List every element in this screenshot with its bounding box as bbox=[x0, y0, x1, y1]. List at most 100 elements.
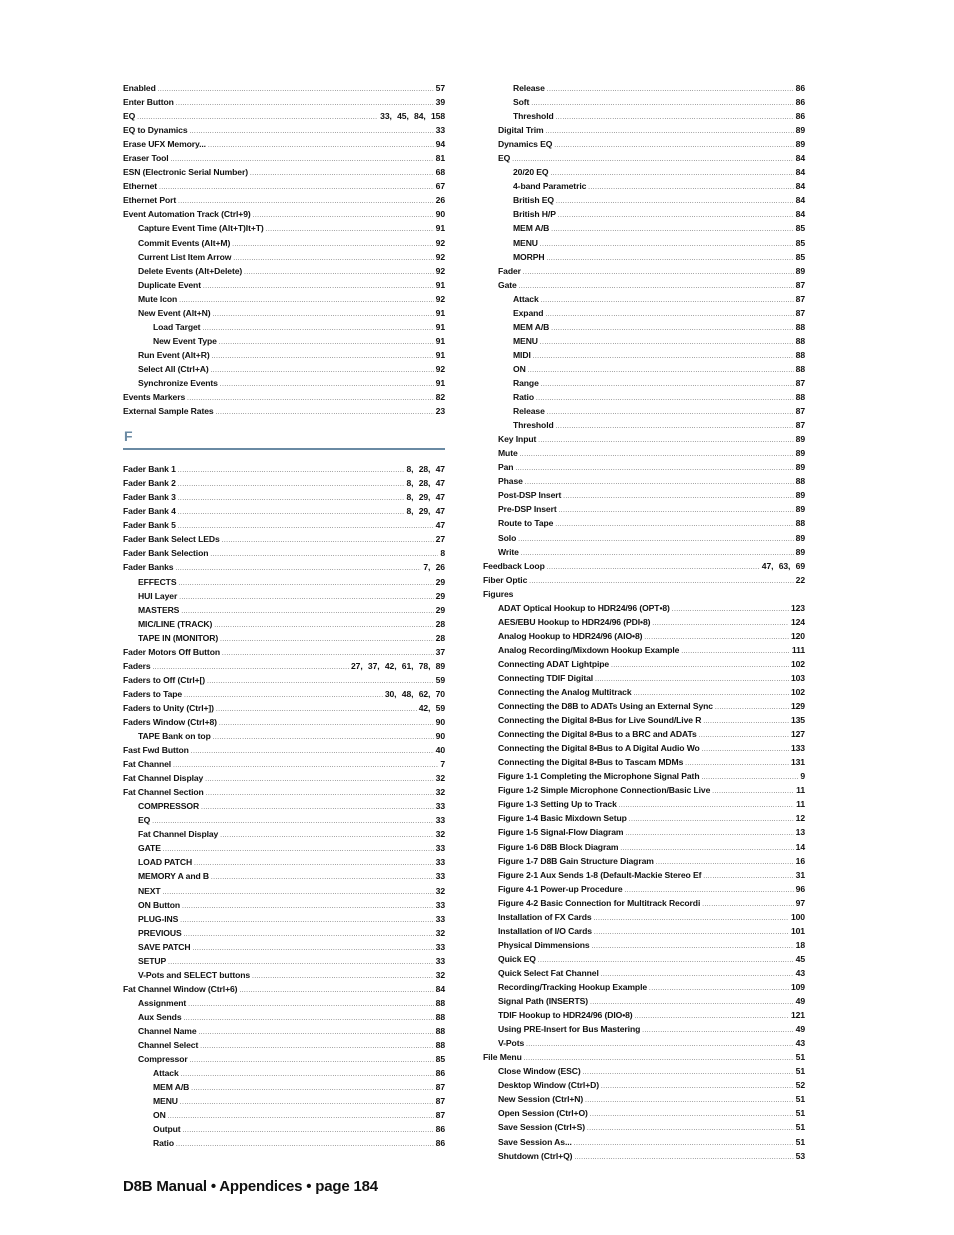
index-entry: ESN (Electronic Serial Number) 68 bbox=[123, 165, 445, 179]
index-entry: EQ 84 bbox=[483, 151, 805, 165]
index-entry-pages: 8, 29, 47 bbox=[406, 506, 445, 517]
index-entry-pages: 47 bbox=[435, 520, 445, 531]
index-entry-pages: 103 bbox=[790, 672, 805, 683]
index-entry-label: Select All (Ctrl+A) bbox=[138, 363, 209, 374]
dot-leader bbox=[179, 591, 433, 605]
index-entry-label: Fader Motors Off Button bbox=[123, 646, 220, 657]
index-entry: Aux Sends 88 bbox=[123, 1010, 445, 1024]
index-entry: ON Button 33 bbox=[123, 898, 445, 912]
index-entry: PREVIOUS 32 bbox=[123, 926, 445, 940]
dot-leader bbox=[545, 308, 793, 322]
index-entry-pages: 86 bbox=[435, 1124, 445, 1135]
index-entry: Faders to Off (Ctrl+[) 59 bbox=[123, 673, 445, 687]
index-entry: Installation of FX Cards 100 bbox=[483, 910, 805, 924]
index-column-right: Release 86 Soft 86 Threshold 86 Digital Trim 89… bbox=[483, 81, 805, 1163]
index-entry-label: Fader Bank 1 bbox=[123, 464, 176, 475]
index-entry: Event Automation Track (Ctrl+9) 90 bbox=[123, 207, 445, 221]
index-entry-label: Dynamics EQ bbox=[498, 139, 553, 150]
index-entry-label: Quick Select Fat Channel bbox=[498, 967, 599, 978]
index-entry-label: Synchronize Events bbox=[138, 377, 218, 388]
index-entry-pages: 85 bbox=[795, 223, 805, 234]
index-entry-pages: 92 bbox=[435, 363, 445, 374]
index-entry-pages: 29 bbox=[435, 604, 445, 615]
dot-leader bbox=[541, 294, 794, 308]
index-entry: Gate 87 bbox=[483, 278, 805, 292]
index-entry-pages: 47, 63, 69 bbox=[761, 560, 805, 571]
index-entry-pages: 92 bbox=[435, 265, 445, 276]
index-entry-pages: 91 bbox=[435, 349, 445, 360]
index-entry: Dynamics EQ 89 bbox=[483, 137, 805, 151]
index-entry-pages: 8 bbox=[440, 548, 445, 559]
index-entry: 4-band Parametric 84 bbox=[483, 179, 805, 193]
index-entry-label: MENU bbox=[513, 237, 538, 248]
index-entry-label: PLUG-INS bbox=[138, 913, 179, 924]
dot-leader bbox=[163, 843, 434, 857]
index-entry-label: External Sample Rates bbox=[123, 406, 214, 417]
dot-leader bbox=[253, 209, 434, 223]
index-entry: Fader Bank 4 8, 29, 47 bbox=[123, 504, 445, 518]
index-entry-pages: 51 bbox=[795, 1108, 805, 1119]
index-entry: Faders 27, 37, 42, 61, 78, 89 bbox=[123, 659, 445, 673]
dot-leader bbox=[178, 506, 405, 520]
dot-leader bbox=[519, 280, 794, 294]
dot-leader bbox=[525, 476, 794, 490]
index-entry-label: Threshold bbox=[513, 420, 554, 431]
index-entry-pages: 7 bbox=[440, 759, 445, 770]
dot-leader bbox=[551, 167, 794, 181]
index-entry-label: Delete Events (Alt+Delete) bbox=[138, 265, 243, 276]
index-entry: NEXT 32 bbox=[123, 884, 445, 898]
index-entry-label: Save Session (Ctrl+S) bbox=[498, 1122, 585, 1133]
index-entry: Connecting the Digital 8•Bus for Live So… bbox=[483, 713, 805, 727]
index-entry-label: Enter Button bbox=[123, 97, 174, 108]
dot-leader bbox=[181, 1068, 434, 1082]
index-entry-pages: 100 bbox=[790, 911, 805, 922]
index-entry: Installation of I/O Cards 101 bbox=[483, 924, 805, 938]
index-entry-pages: 121 bbox=[790, 1010, 805, 1021]
index-entry-pages: 84 bbox=[795, 195, 805, 206]
index-entry-pages: 96 bbox=[795, 883, 805, 894]
dot-leader bbox=[541, 378, 794, 392]
index-entry: Fat Channel Display 32 bbox=[123, 827, 445, 841]
index-entry: Threshold 86 bbox=[483, 109, 805, 123]
dot-leader bbox=[184, 928, 434, 942]
dot-leader bbox=[178, 478, 405, 492]
index-entry-label: Fiber Optic bbox=[483, 574, 528, 585]
dot-leader bbox=[214, 619, 433, 633]
index-entry-label: Pan bbox=[498, 462, 514, 473]
dot-leader bbox=[594, 926, 789, 940]
index-entry-pages: 57 bbox=[435, 83, 445, 93]
index-entry-pages: 89 bbox=[795, 462, 805, 473]
dot-leader bbox=[547, 252, 794, 266]
index-entry-pages: 27, 37, 42, 61, 78, 89 bbox=[350, 660, 445, 671]
index-entry: Fiber Optic 22 bbox=[483, 573, 805, 587]
index-group-f: Fader Bank 1 8, 28, 47 Fader Bank 2 8, 28, … bbox=[123, 462, 445, 1150]
index-entry: Expand 87 bbox=[483, 306, 805, 320]
index-entry-pages: 11 bbox=[796, 785, 805, 796]
index-entry-pages: 91 bbox=[435, 377, 445, 388]
index-entry: Synchronize Events 91 bbox=[123, 376, 445, 390]
index-entry: MENU 85 bbox=[483, 236, 805, 250]
index-entry: TAPE IN (MONITOR) 28 bbox=[123, 631, 445, 645]
index-entry-label: Digital Trim bbox=[498, 125, 544, 136]
dot-leader bbox=[590, 1108, 794, 1122]
index-entry-label: Current List Item Arrow bbox=[138, 251, 232, 262]
index-entry-label: Threshold bbox=[513, 111, 554, 122]
index-entry-pages: 31 bbox=[795, 869, 805, 880]
index-entry-pages: 16 bbox=[795, 855, 805, 866]
index-entry-pages: 87 bbox=[795, 293, 805, 304]
index-entry: Fat Channel Section 32 bbox=[123, 785, 445, 799]
index-entry: Fader Banks 7, 26 bbox=[123, 560, 445, 574]
dot-leader bbox=[592, 940, 794, 954]
dot-leader bbox=[179, 294, 433, 308]
index-entry: Recording/Tracking Hookup Example 109 bbox=[483, 980, 805, 994]
dot-leader bbox=[213, 731, 434, 745]
dot-leader bbox=[587, 1122, 794, 1136]
index-entry-label: Fader Banks bbox=[123, 562, 174, 573]
index-entry-label: Figure 1-5 Signal-Flow Diagram bbox=[498, 827, 624, 838]
index-entry-pages: 88 bbox=[435, 1040, 445, 1051]
dot-leader bbox=[685, 757, 789, 771]
index-entry-label: HUI Layer bbox=[138, 590, 178, 601]
index-entry: Select All (Ctrl+A) 92 bbox=[123, 362, 445, 376]
index-entry-label: Connecting TDIF Digital bbox=[498, 672, 594, 683]
index-entry-label: Fader Bank 3 bbox=[123, 492, 176, 503]
